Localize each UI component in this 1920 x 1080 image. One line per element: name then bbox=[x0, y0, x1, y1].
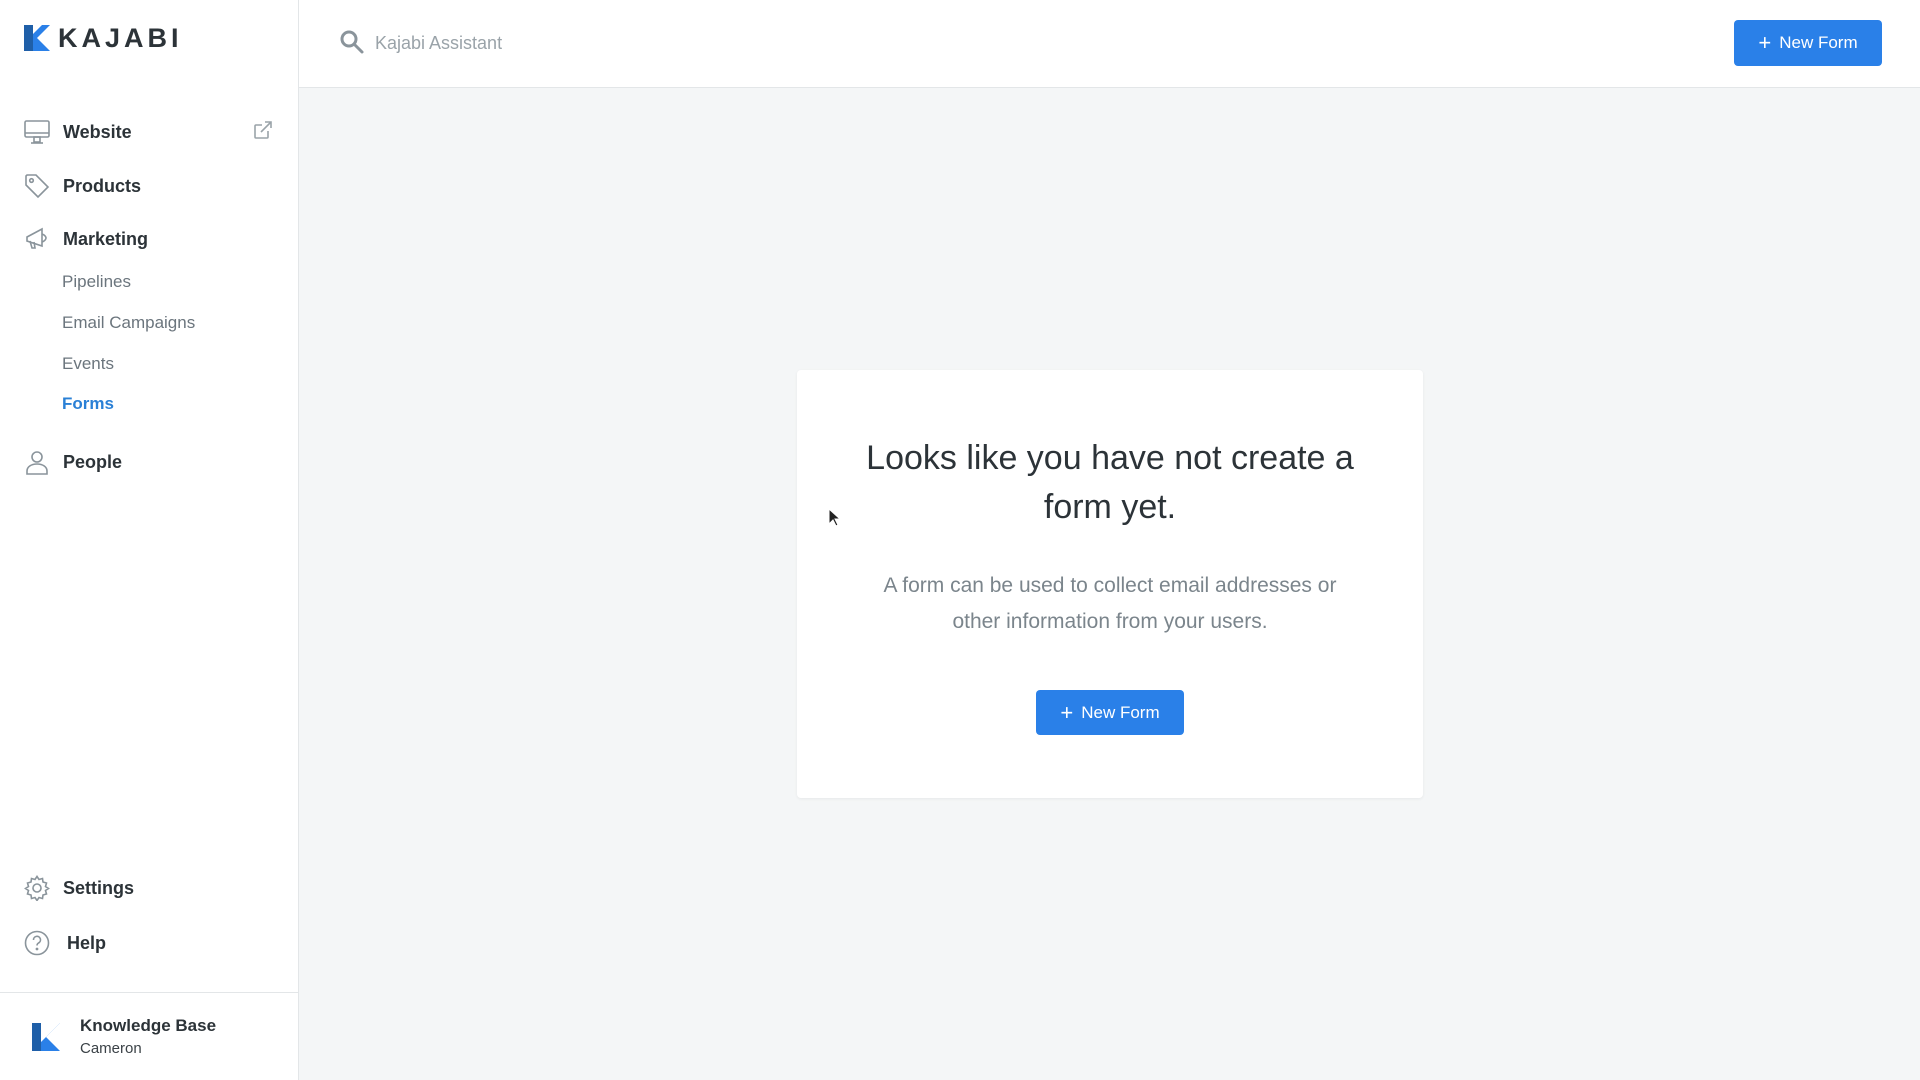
empty-state-new-form-button[interactable]: + New Form bbox=[1036, 690, 1184, 735]
external-link-icon[interactable] bbox=[252, 119, 274, 141]
site-user: Cameron bbox=[80, 1039, 142, 1057]
empty-state-description: A form can be used to collect email addr… bbox=[883, 574, 1337, 633]
sidebar-item-label: Help bbox=[67, 932, 107, 953]
empty-state-card: Looks like you have not create a form ye… bbox=[797, 370, 1423, 798]
megaphone-icon bbox=[24, 226, 50, 252]
sidebar-item-label: People bbox=[63, 451, 123, 472]
plus-icon: + bbox=[1060, 699, 1074, 725]
sidebar-item-products[interactable]: Products bbox=[24, 171, 141, 201]
gear-icon bbox=[24, 875, 50, 901]
sidebar-subitem-events[interactable]: Events bbox=[62, 352, 114, 376]
app-root: KAJABI Website Products Marketing Pipeli… bbox=[0, 0, 1920, 1080]
site-info: Knowledge Base Cameron bbox=[80, 1014, 216, 1060]
empty-state-title: Looks like you have not create a form ye… bbox=[866, 439, 1354, 526]
sidebar-item-label: Marketing bbox=[63, 228, 149, 249]
sidebar-item-label: Website bbox=[63, 121, 132, 142]
new-form-button-label: New Form bbox=[1081, 702, 1160, 722]
sidebar-subitem-email-campaigns[interactable]: Email Campaigns bbox=[62, 311, 195, 335]
sidebar-item-label: Settings bbox=[63, 877, 135, 898]
tag-icon bbox=[24, 173, 50, 199]
sidebar-item-help[interactable]: Help bbox=[24, 928, 106, 958]
site-switcher[interactable]: Knowledge Base Cameron bbox=[0, 992, 299, 1080]
plus-icon: + bbox=[1758, 30, 1772, 55]
sidebar: KAJABI Website Products Marketing Pipeli… bbox=[0, 0, 299, 1080]
site-name: Knowledge Base bbox=[80, 1015, 217, 1035]
sidebar-item-people[interactable]: People bbox=[24, 447, 122, 477]
new-form-button-label: New Form bbox=[1779, 33, 1858, 52]
sidebar-item-marketing[interactable]: Marketing bbox=[24, 224, 148, 254]
sidebar-subitem-pipelines[interactable]: Pipelines bbox=[62, 270, 131, 294]
assistant-search-input[interactable] bbox=[375, 26, 975, 60]
search-icon bbox=[340, 30, 364, 54]
sidebar-item-website[interactable]: Website bbox=[24, 117, 132, 147]
kajabi-logo[interactable]: KAJABI bbox=[24, 23, 183, 53]
site-logo-icon bbox=[32, 1022, 60, 1051]
topbar: + New Form bbox=[299, 0, 1920, 88]
user-icon bbox=[24, 449, 50, 475]
monitor-icon bbox=[24, 119, 50, 145]
new-form-button[interactable]: + New Form bbox=[1734, 20, 1882, 66]
kajabi-logo-icon bbox=[24, 25, 50, 51]
sidebar-item-settings[interactable]: Settings bbox=[24, 873, 134, 903]
mouse-cursor-icon bbox=[828, 508, 842, 527]
sidebar-subitem-forms[interactable]: Forms bbox=[62, 392, 114, 416]
sidebar-item-label: Products bbox=[63, 175, 142, 196]
logo-wordmark: KAJABI bbox=[58, 23, 183, 53]
question-circle-icon bbox=[24, 930, 50, 956]
